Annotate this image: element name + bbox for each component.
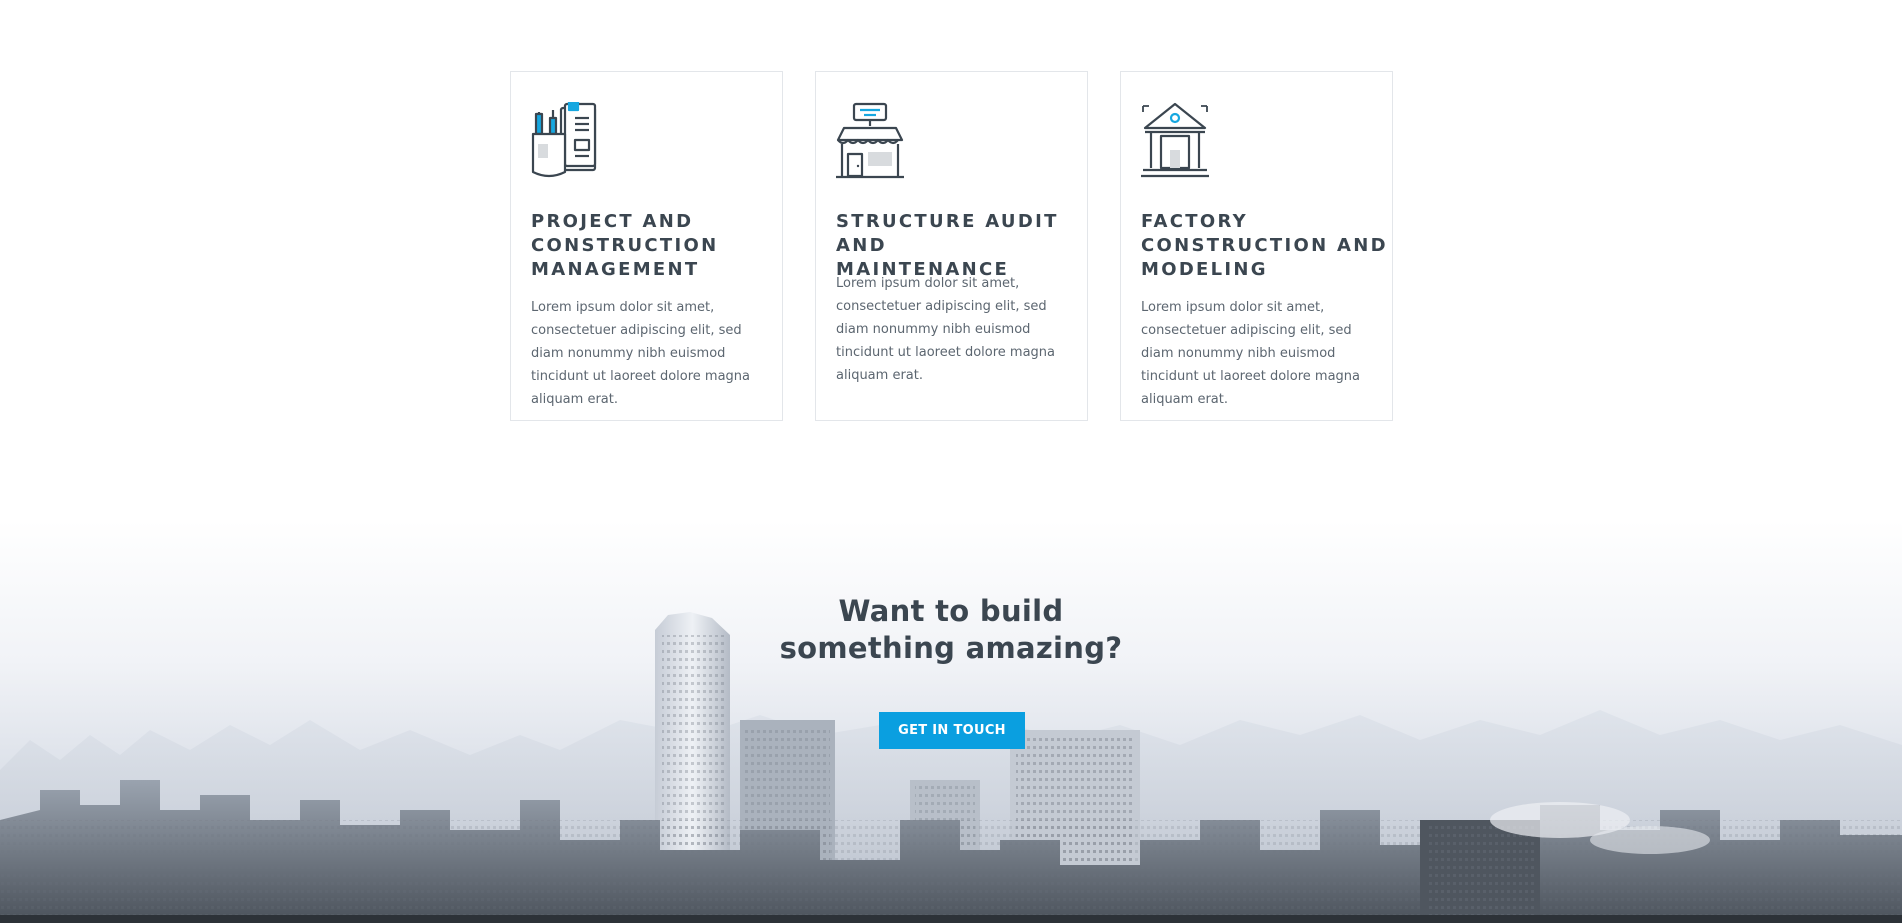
service-title: PROJECT AND CONSTRUCTION MANAGEMENT: [531, 210, 782, 282]
cta-heading-line: something amazing?: [779, 631, 1123, 665]
services-section: PROJECT AND CONSTRUCTION MANAGEMENT Lore…: [510, 71, 1395, 423]
service-title-line: PROJECT AND: [531, 211, 694, 232]
service-description: Lorem ipsum dolor sit amet, consectetuer…: [836, 276, 1056, 383]
service-card-factory-construction: FACTORY CONSTRUCTION AND MODELING Lorem …: [1120, 71, 1393, 421]
cta-section: Want to build something amazing? GET IN …: [0, 520, 1902, 923]
service-card-structure-audit: STRUCTURE AUDIT AND MAINTENANCE Lorem ip…: [815, 71, 1088, 421]
service-title-line: STRUCTURE AUDIT AND: [836, 211, 1059, 256]
document-holder-icon: [531, 102, 599, 180]
service-title-line: MANAGEMENT: [531, 259, 700, 280]
service-description: Lorem ipsum dolor sit amet, consectetuer…: [1141, 300, 1361, 407]
service-title: FACTORY CONSTRUCTION AND MODELING: [1141, 210, 1392, 282]
service-title-line: MODELING: [1141, 259, 1268, 280]
institution-building-icon: [1141, 102, 1209, 180]
cta-heading-line: Want to build: [838, 594, 1064, 628]
service-title-line: CONSTRUCTION AND: [1141, 235, 1388, 256]
service-card-project-management: PROJECT AND CONSTRUCTION MANAGEMENT Lore…: [510, 71, 783, 421]
service-title-line: FACTORY: [1141, 211, 1248, 232]
cta-heading: Want to build something amazing?: [0, 593, 1902, 667]
get-in-touch-button[interactable]: GET IN TOUCH: [879, 712, 1025, 749]
storefront-icon: [836, 102, 904, 180]
service-description: Lorem ipsum dolor sit amet, consectetuer…: [531, 300, 751, 407]
service-title-line: CONSTRUCTION: [531, 235, 719, 256]
